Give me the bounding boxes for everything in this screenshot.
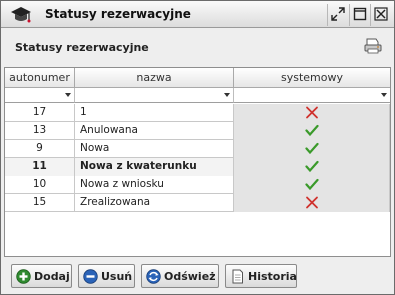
history-button-label: Historia: [248, 270, 297, 283]
history-button[interactable]: Historia: [225, 264, 297, 288]
cell-systemowy[interactable]: [234, 140, 390, 158]
check-icon: [305, 142, 319, 155]
column-header-autonumer[interactable]: autonumer: [5, 68, 75, 88]
cross-icon: [306, 106, 318, 119]
title-separator: [349, 4, 350, 26]
plus-icon: [16, 269, 31, 284]
cell-nazwa: Nowa z kwaterunku: [75, 158, 234, 176]
refresh-button-label: Odśwież: [164, 270, 216, 283]
table-row[interactable]: 17 1: [5, 104, 390, 122]
window-title: Statusy rezerwacyjne: [45, 7, 191, 21]
cell-nazwa: Nowa: [75, 140, 234, 158]
table-row[interactable]: 11 Nowa z kwaterunku: [5, 158, 390, 176]
cell-autonumer: 13: [5, 122, 75, 140]
title-separator: [327, 4, 328, 26]
dropdown-arrow-icon[interactable]: [65, 93, 71, 97]
graduation-cap-icon: [11, 7, 31, 23]
cell-nazwa: 1: [75, 104, 234, 122]
cell-nazwa: Zrealizowana: [75, 194, 234, 212]
remove-button-label: Usuń: [101, 270, 133, 283]
table-row[interactable]: 9 Nowa: [5, 140, 390, 158]
title-bar[interactable]: Statusy rezerwacyjne: [1, 1, 394, 28]
statuses-table[interactable]: autonumer nazwa systemowy 17 1 13 Anulowana…: [4, 67, 391, 257]
cell-nazwa: Nowa z wniosku: [75, 176, 234, 194]
cell-systemowy[interactable]: [234, 122, 390, 140]
window: Statusy rezerwacyjne Statusy rezerwacyjn…: [0, 0, 395, 295]
cell-autonumer: 17: [5, 104, 75, 122]
table-row[interactable]: 15 Zrealizowana: [5, 194, 390, 212]
add-button[interactable]: Dodaj: [11, 264, 72, 288]
cell-autonumer: 11: [5, 158, 75, 176]
refresh-icon: [146, 269, 161, 284]
cell-nazwa: Anulowana: [75, 122, 234, 140]
filter-autonumer[interactable]: [5, 88, 75, 103]
dropdown-arrow-icon[interactable]: [224, 93, 230, 97]
column-header-nazwa[interactable]: nazwa: [75, 68, 234, 88]
filter-nazwa[interactable]: [75, 88, 234, 103]
column-header-systemowy[interactable]: systemowy: [234, 68, 390, 88]
print-icon[interactable]: [363, 37, 383, 55]
restore-icon[interactable]: [331, 7, 345, 21]
cell-systemowy[interactable]: [234, 104, 390, 122]
panel-title: Statusy rezerwacyjne: [15, 41, 149, 54]
maximize-icon[interactable]: [353, 7, 367, 21]
check-icon: [305, 178, 319, 191]
table-row[interactable]: 13 Anulowana: [5, 122, 390, 140]
add-button-label: Dodaj: [34, 270, 70, 283]
cell-autonumer: 15: [5, 194, 75, 212]
dropdown-arrow-icon[interactable]: [381, 93, 387, 97]
cell-systemowy[interactable]: [234, 194, 390, 212]
filter-systemowy[interactable]: [234, 88, 390, 103]
minus-icon: [83, 269, 98, 284]
table-row[interactable]: 10 Nowa z wniosku: [5, 176, 390, 194]
document-icon: [232, 269, 243, 284]
close-icon[interactable]: [374, 7, 388, 21]
cell-systemowy[interactable]: [234, 158, 390, 176]
remove-button[interactable]: Usuń: [78, 264, 135, 288]
check-icon: [305, 160, 319, 173]
check-icon: [305, 124, 319, 137]
cell-autonumer: 9: [5, 140, 75, 158]
title-separator: [370, 4, 371, 26]
button-bar: Dodaj Usuń Odśwież Historia: [1, 259, 394, 294]
refresh-button[interactable]: Odśwież: [141, 264, 219, 288]
cross-icon: [306, 196, 318, 209]
cell-systemowy[interactable]: [234, 176, 390, 194]
cell-autonumer: 10: [5, 176, 75, 194]
